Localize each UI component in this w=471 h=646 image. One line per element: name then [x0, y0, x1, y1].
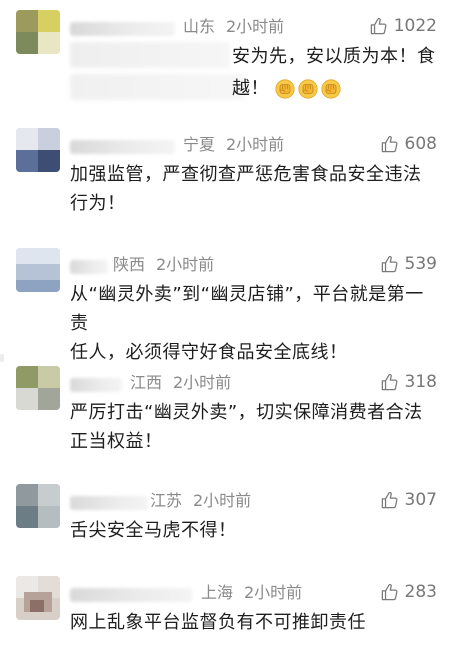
avatar[interactable] [16, 248, 60, 292]
username-blurred [70, 140, 175, 154]
like-button[interactable]: 283 [380, 580, 437, 604]
like-count: 539 [404, 254, 437, 274]
avatar[interactable] [16, 128, 60, 172]
comment-item: 山东 2小时前 1022 安为先，安以质为本！食 越！ [0, 10, 471, 110]
comment-item: 上海 2小时前 283 网上乱象平台监督负有不可推卸责任 [0, 576, 471, 646]
location: 山东 [183, 17, 216, 36]
comment-text: 从“幽灵外卖”到“幽灵店铺”，平台就是第一责 任人，必须得守好食品安全底线！ [70, 280, 440, 367]
blurred-text-region [70, 74, 245, 100]
avatar[interactable] [16, 484, 60, 528]
comment-item: 宁夏 2小时前 608 加强监管，严查彻查严惩危害食品安全违法 行为！ [0, 128, 471, 228]
like-count: 318 [404, 372, 437, 392]
like-button[interactable]: 1022 [369, 14, 437, 38]
edge-mark [0, 354, 4, 362]
comment-text: 安为先，安以质为本！食 [232, 42, 442, 71]
timestamp: 2小时前 [226, 135, 285, 154]
comment-text-line: 安为先，安以质为本！食 [232, 46, 436, 67]
like-count: 1022 [393, 16, 437, 36]
comment-text: 舌尖安全马虎不得！ [70, 516, 440, 545]
thumbs-up-icon [380, 491, 399, 510]
location: 江苏 [150, 491, 183, 510]
like-count: 608 [404, 134, 437, 154]
comment-text: 严厉打击“幽灵外卖”，切实保障消费者合法 正当权益！ [70, 398, 440, 456]
like-button[interactable]: 539 [380, 252, 437, 276]
blurred-text-region [70, 42, 230, 68]
location: 江西 [130, 373, 163, 392]
like-count: 283 [404, 582, 437, 602]
location: 宁夏 [183, 135, 216, 154]
timestamp: 2小时前 [244, 583, 303, 602]
comment-item: 江苏 2小时前 307 舌尖安全马虎不得！ [0, 484, 471, 554]
comment-text-line: 网上乱象平台监督负有不可推卸责任 [70, 612, 366, 633]
comment-item: 江西 2小时前 318 严厉打击“幽灵外卖”，切实保障消费者合法 正当权益！ [0, 366, 471, 466]
thumbs-up-icon [380, 373, 399, 392]
thumbs-up-icon [380, 255, 399, 274]
timestamp: 2小时前 [173, 373, 232, 392]
location: 陕西 [113, 255, 146, 274]
location: 上海 [201, 583, 234, 602]
username-blurred [70, 496, 148, 510]
avatar[interactable] [16, 10, 60, 54]
comment-text-line: 舌尖安全马虎不得！ [70, 520, 237, 541]
username-blurred [70, 378, 122, 392]
comment-text-line: 正当权益！ [70, 431, 163, 452]
comment-text: 越！ [232, 74, 442, 103]
like-button[interactable]: 608 [380, 132, 437, 156]
fist-emoji-icon [275, 79, 295, 99]
comment-text: 加强监管，严查彻查严惩危害食品安全违法 行为！ [70, 160, 440, 218]
comment-text-line: 加强监管，严查彻查严惩危害食品安全违法 [70, 164, 422, 185]
username-blurred [70, 260, 108, 274]
fist-emoji-icon [298, 79, 318, 99]
like-button[interactable]: 307 [380, 488, 437, 512]
comment-text-line: 行为！ [70, 193, 126, 214]
emoji-group [275, 79, 341, 99]
thumbs-up-icon [369, 17, 388, 36]
thumbs-up-icon [380, 583, 399, 602]
avatar[interactable] [16, 366, 60, 410]
timestamp: 2小时前 [226, 17, 285, 36]
timestamp: 2小时前 [156, 255, 215, 274]
like-count: 307 [404, 490, 437, 510]
username-blurred [70, 22, 175, 36]
username-blurred [70, 588, 192, 602]
comment-text: 网上乱象平台监督负有不可推卸责任 [70, 608, 440, 637]
comment-text-line: 严厉打击“幽灵外卖”，切实保障消费者合法 [70, 402, 423, 423]
thumbs-up-icon [380, 135, 399, 154]
avatar[interactable] [16, 576, 60, 620]
comment-text-line: 越！ [232, 78, 269, 99]
comment-item: 陕西 2小时前 539 从“幽灵外卖”到“幽灵店铺”，平台就是第一责 任人，必须… [0, 248, 471, 363]
comment-text-line: 从“幽灵外卖”到“幽灵店铺”，平台就是第一责 [70, 284, 424, 334]
like-button[interactable]: 318 [380, 370, 437, 394]
timestamp: 2小时前 [193, 491, 252, 510]
fist-emoji-icon [321, 79, 341, 99]
comment-text-line: 任人，必须得守好食品安全底线！ [70, 342, 348, 363]
